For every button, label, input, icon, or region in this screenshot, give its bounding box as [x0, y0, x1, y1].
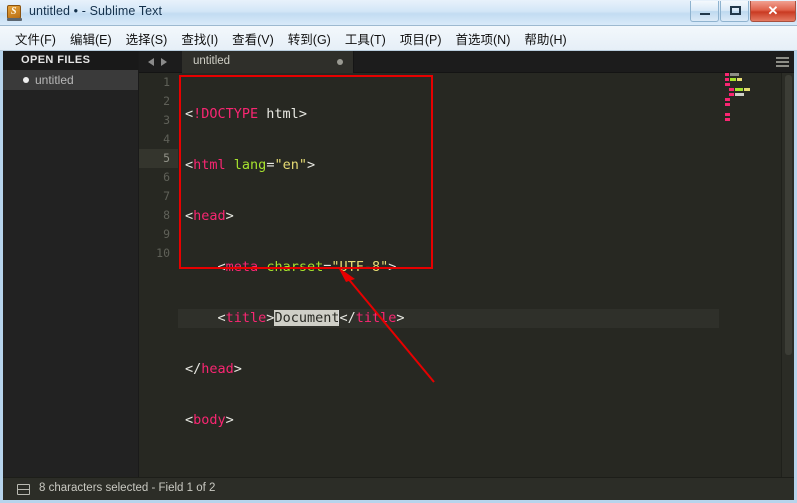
minimap-line	[719, 93, 781, 97]
minimap[interactable]	[719, 73, 781, 500]
window-title: untitled • - Sublime Text	[29, 4, 163, 18]
tab-bar: untitled	[139, 51, 794, 73]
line-number: 3	[163, 113, 170, 127]
line-number-gutter: 1 2 3 4 5 6 7 8 9 10	[139, 73, 178, 500]
selected-text[interactable]: Document	[274, 310, 340, 326]
tab-label: untitled	[193, 55, 231, 67]
chevron-left-icon[interactable]	[148, 58, 154, 66]
minimap-line	[719, 83, 781, 87]
menu-item-view[interactable]: 查看(V)	[225, 26, 281, 51]
minimap-line	[719, 113, 781, 117]
line-number-active: 5	[139, 149, 178, 168]
code-line-4[interactable]: <meta charset="UTF-8">	[178, 258, 794, 277]
close-icon: ✕	[767, 3, 779, 18]
scrollbar-thumb[interactable]	[785, 75, 792, 355]
menu-item-goto[interactable]: 转到(G)	[281, 26, 338, 51]
menu-item-edit[interactable]: 编辑(E)	[63, 26, 119, 51]
sidebar-item-label: untitled	[35, 73, 74, 87]
line-number: 2	[163, 94, 170, 108]
code-line-5[interactable]: <title>Document</title>	[178, 309, 794, 328]
sidebar-item-untitled[interactable]: untitled	[3, 70, 138, 90]
restore-button[interactable]	[720, 1, 749, 22]
vertical-scrollbar[interactable]	[781, 73, 794, 500]
line-number: 6	[163, 170, 170, 184]
app-icon-base	[7, 18, 22, 21]
menu-bar: 文件(F) 编辑(E) 选择(S) 查找(I) 查看(V) 转到(G) 工具(T…	[0, 26, 797, 51]
menu-item-help[interactable]: 帮助(H)	[517, 26, 573, 51]
menu-item-preferences[interactable]: 首选项(N)	[449, 26, 518, 51]
minimap-line	[719, 118, 781, 122]
menu-item-project[interactable]: 项目(P)	[393, 26, 449, 51]
tab-untitled[interactable]: untitled	[182, 51, 354, 73]
menu-item-selection[interactable]: 选择(S)	[119, 26, 175, 51]
code-line-2[interactable]: <html lang="en">	[178, 156, 794, 175]
tab-modified-dot-icon[interactable]	[337, 59, 343, 65]
hamburger-menu-icon[interactable]	[776, 57, 789, 67]
minimap-line	[719, 98, 781, 102]
line-number: 9	[163, 227, 170, 241]
sidebar-toggle-icon[interactable]	[17, 484, 30, 495]
hamburger-line	[776, 65, 789, 67]
line-number: 7	[163, 189, 170, 203]
minimap-line	[719, 78, 781, 82]
line-number: 1	[163, 75, 170, 89]
minimize-button[interactable]	[690, 1, 719, 22]
minimize-icon	[700, 13, 710, 15]
status-message: 8 characters selected - Field 1 of 2	[39, 482, 216, 494]
editor-root: OPEN FILES untitled untitled 1 2 3 4 5 6…	[3, 51, 794, 500]
tab-scroll-arrows	[143, 51, 172, 73]
chevron-right-icon[interactable]	[161, 58, 167, 66]
code-line-3[interactable]: <head>	[178, 207, 794, 226]
code-line-7[interactable]: <body>	[178, 411, 794, 430]
sublime-text-window: S untitled • - Sublime Text ✕ 文件(F) 编辑(E…	[0, 0, 797, 503]
hamburger-line	[776, 57, 789, 59]
status-bar: 8 characters selected - Field 1 of 2	[3, 477, 794, 500]
sublime-text-icon: S	[7, 5, 23, 21]
menu-item-tools[interactable]: 工具(T)	[338, 26, 393, 51]
close-button[interactable]: ✕	[750, 1, 796, 22]
menu-item-file[interactable]: 文件(F)	[8, 26, 63, 51]
unsaved-dot-icon	[23, 77, 29, 83]
sidebar: OPEN FILES untitled	[3, 51, 139, 500]
hamburger-line	[776, 61, 789, 63]
minimap-line	[719, 73, 781, 77]
code-content[interactable]: <!DOCTYPE html> <html lang="en"> <head> …	[178, 73, 794, 500]
code-line-6[interactable]: </head>	[178, 360, 794, 379]
line-number: 8	[163, 208, 170, 222]
title-bar: S untitled • - Sublime Text ✕	[0, 0, 797, 26]
code-line-1[interactable]: <!DOCTYPE html>	[178, 105, 794, 124]
window-frame-left	[0, 51, 3, 503]
line-number: 10	[156, 246, 170, 260]
minimap-line	[719, 88, 781, 92]
window-controls: ✕	[689, 1, 796, 22]
code-editor[interactable]: 1 2 3 4 5 6 7 8 9 10 <!DOCTYPE html> <ht…	[139, 73, 794, 500]
minimap-line	[719, 103, 781, 107]
app-icon-glyph: S	[11, 6, 17, 17]
line-number: 4	[163, 132, 170, 146]
minimap-line	[719, 108, 781, 112]
menu-item-find[interactable]: 查找(I)	[174, 26, 225, 51]
restore-icon	[730, 6, 741, 15]
application-window: S untitled • - Sublime Text ✕ 文件(F) 编辑(E…	[0, 0, 797, 503]
sidebar-header-open-files: OPEN FILES	[3, 51, 138, 70]
